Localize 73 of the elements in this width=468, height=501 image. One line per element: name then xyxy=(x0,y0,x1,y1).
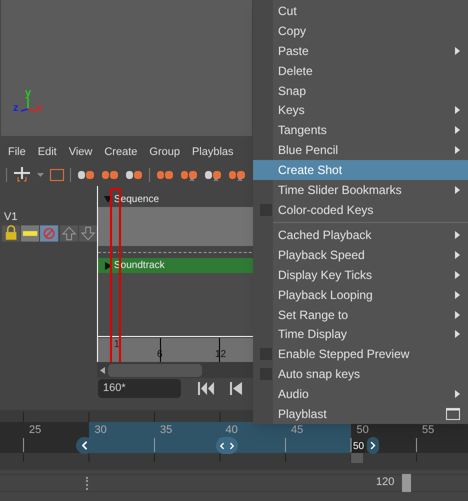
track-group-label: V1 xyxy=(3,210,18,223)
dropdown-caret-icon[interactable] xyxy=(37,173,44,177)
menu-item[interactable]: Time Display xyxy=(253,324,468,344)
frame-label: 35 xyxy=(160,425,172,436)
key-tool-icon[interactable] xyxy=(125,169,143,181)
ruler-label: 1 xyxy=(114,340,120,350)
key-tool-icon[interactable] xyxy=(228,169,246,181)
disable-toggle-icon[interactable] xyxy=(40,225,59,242)
range-slider[interactable]: 120 xyxy=(0,474,468,492)
key-tool-icon[interactable] xyxy=(101,169,119,181)
current-frame-marker[interactable] xyxy=(351,453,363,463)
menu-item[interactable]: Time Slider Bookmarks xyxy=(253,180,468,200)
menu-item[interactable]: Auto snap keys xyxy=(253,364,468,384)
region-select-icon[interactable] xyxy=(50,169,64,181)
frame-label: 30 xyxy=(94,425,107,436)
range-end-handle[interactable] xyxy=(367,437,379,454)
move-tool-icon[interactable] xyxy=(13,167,31,183)
checkbox[interactable] xyxy=(260,348,272,360)
step-back-icon[interactable] xyxy=(230,382,242,395)
menu-bar-item[interactable]: File xyxy=(8,144,26,160)
skip-to-start-icon[interactable] xyxy=(198,382,215,395)
lock-icon[interactable] xyxy=(2,225,20,242)
menu-item[interactable]: Set Range to xyxy=(253,304,468,324)
menu-bar-item[interactable]: Create xyxy=(104,144,138,160)
checkbox[interactable] xyxy=(260,368,272,380)
key-tool-icon[interactable] xyxy=(156,169,174,181)
move-up-icon[interactable] xyxy=(60,225,78,242)
move-down-icon[interactable] xyxy=(78,225,98,242)
expand-triangle-icon[interactable] xyxy=(104,195,112,203)
menu-item[interactable]: Color-coded Keys xyxy=(253,200,468,220)
menu-bar-item[interactable]: Edit xyxy=(38,144,57,160)
menu-item[interactable]: Create Shot xyxy=(253,160,468,180)
menu-item[interactable]: Display Key Ticks xyxy=(253,264,468,285)
menu-item[interactable]: Blue Pencil xyxy=(253,140,468,160)
collapse-triangle-icon[interactable] xyxy=(104,262,112,270)
menu-item[interactable]: Playback Speed xyxy=(253,244,468,265)
menu-item[interactable]: Audio xyxy=(253,384,468,404)
range-end-value: 120 xyxy=(376,477,394,488)
menu-item[interactable]: Keys xyxy=(253,100,468,120)
mute-toggle-icon[interactable] xyxy=(21,225,40,242)
x-axis-label: x xyxy=(36,103,42,114)
menu-bar-item[interactable]: Group xyxy=(149,144,180,160)
current-frame-label: 50 xyxy=(352,441,366,453)
frame-label: 25 xyxy=(29,425,42,436)
scrollbar-thumb[interactable] xyxy=(108,364,202,376)
z-axis-label: z xyxy=(13,103,18,114)
scroll-left-icon[interactable] xyxy=(100,366,105,374)
frame-field[interactable]: 160* xyxy=(98,379,181,398)
menu-item[interactable]: Playblast xyxy=(253,404,468,424)
option-box-icon[interactable] xyxy=(446,408,460,420)
frame-label: 45 xyxy=(291,425,304,436)
menu-bar-item[interactable]: Playblas xyxy=(192,144,234,160)
menu-item[interactable]: Cached Playback xyxy=(253,224,468,245)
checkbox[interactable] xyxy=(260,204,272,216)
time-slider[interactable]: 25 30 35 40 45 50 55 50 xyxy=(0,422,468,470)
viewport[interactable]: x y z xyxy=(0,0,252,136)
menu-item[interactable]: Playback Looping xyxy=(253,284,468,305)
menu-item[interactable]: Copy xyxy=(253,20,468,41)
menu-item[interactable]: Cut xyxy=(253,1,468,21)
menu-bar-item[interactable]: View xyxy=(68,144,92,160)
menu-item[interactable]: Delete xyxy=(253,60,468,81)
menu-item[interactable]: Paste xyxy=(253,40,468,61)
menu-item[interactable]: Snap xyxy=(253,80,468,101)
frame-label: 40 xyxy=(226,425,238,436)
menu-item[interactable]: Enable Stepped Preview xyxy=(253,344,468,364)
key-tool-icon[interactable] xyxy=(204,169,222,181)
key-tool-icon[interactable] xyxy=(77,169,95,181)
key-tool-icon[interactable] xyxy=(180,169,198,181)
menu-item[interactable]: Tangents xyxy=(253,120,468,140)
frame-label: 55 xyxy=(422,425,434,436)
y-axis-label: y xyxy=(25,88,32,99)
range-end-handle[interactable] xyxy=(402,474,412,492)
frame-label: 50 xyxy=(356,425,369,436)
